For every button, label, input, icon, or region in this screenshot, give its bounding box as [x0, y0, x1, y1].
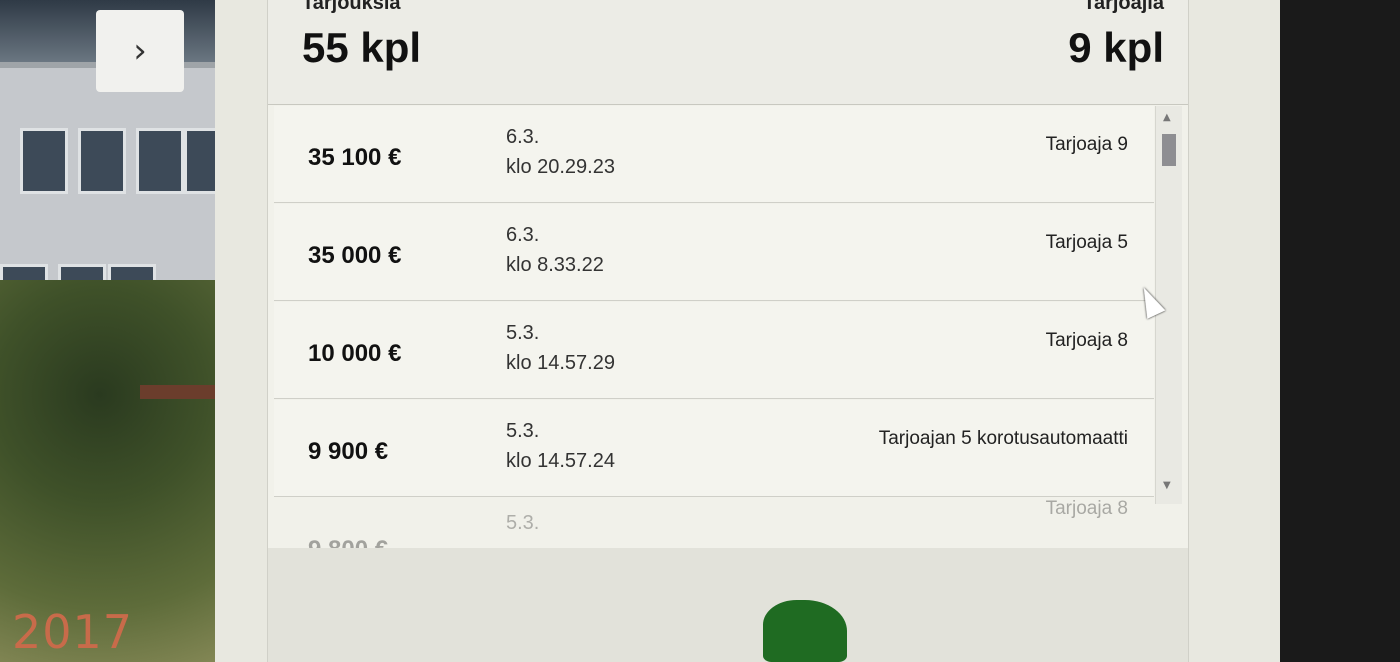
- bid-time: klo 14.57.29: [506, 352, 615, 374]
- bid-time: klo 20.29.23: [506, 156, 615, 178]
- window: [136, 128, 184, 194]
- offers-count: 55 kpl: [302, 24, 422, 71]
- bid-card: Tarjouksia 55 kpl Tarjoajia 9 kpl 35 100…: [267, 0, 1189, 662]
- scrollbar-thumb[interactable]: [1162, 134, 1176, 166]
- photo-year-stamp: 2017: [12, 605, 134, 659]
- bidder-name: Tarjoaja 8: [1045, 498, 1128, 519]
- bid-time: klo 8.33.22: [506, 254, 604, 276]
- bid-row: 35 100 € 6.3. klo 20.29.23 Tarjoaja 9: [274, 106, 1154, 203]
- bid-row: 10 000 € 5.3. klo 14.57.29 Tarjoaja 8: [274, 302, 1154, 399]
- scroll-down-icon[interactable]: ▼: [1163, 480, 1171, 491]
- bid-row: 35 000 € 6.3. klo 8.33.22 Tarjoaja 5: [274, 204, 1154, 301]
- bidder-name: Tarjoaja 9: [1045, 134, 1128, 155]
- map-region-shape: [763, 600, 847, 662]
- bidder-name: Tarjoajan 5 korotusautomaatti: [878, 428, 1128, 449]
- bidders-label: Tarjoajia: [1083, 0, 1164, 14]
- next-photo-button[interactable]: ›: [96, 10, 184, 92]
- bid-amount: 9 900 €: [308, 438, 389, 465]
- bid-amount: 35 100 €: [308, 144, 402, 171]
- bid-date: 5.3.: [506, 512, 540, 534]
- bid-date: 5.3.: [506, 420, 540, 442]
- bid-amount: 10 000 €: [308, 340, 402, 367]
- window: [20, 128, 68, 194]
- bid-time: klo 14.57.24: [506, 450, 615, 472]
- scroll-up-icon[interactable]: ▲: [1163, 112, 1171, 123]
- chevron-right-icon: ›: [133, 31, 147, 71]
- building-image: [0, 62, 232, 330]
- bid-date: 6.3.: [506, 224, 540, 246]
- bid-date: 6.3.: [506, 126, 540, 148]
- bid-summary: Tarjouksia 55 kpl Tarjoajia 9 kpl: [268, 0, 1188, 105]
- bid-panel: Tarjouksia 55 kpl Tarjoajia 9 kpl 35 100…: [215, 0, 1280, 662]
- bidder-name: Tarjoaja 5: [1045, 232, 1128, 253]
- bidders-count: 9 kpl: [1068, 24, 1164, 71]
- bid-amount: 35 000 €: [308, 242, 402, 269]
- screen-bezel: [1280, 0, 1400, 662]
- map-area: [268, 548, 1188, 662]
- offers-label: Tarjouksia: [302, 0, 401, 14]
- bid-date: 5.3.: [506, 322, 540, 344]
- bidder-name: Tarjoaja 8: [1045, 330, 1128, 351]
- bid-row: 9 900 € 5.3. klo 14.57.24 Tarjoajan 5 ko…: [274, 400, 1154, 497]
- bid-list[interactable]: 35 100 € 6.3. klo 20.29.23 Tarjoaja 9 35…: [274, 106, 1154, 506]
- window: [78, 128, 126, 194]
- listing-photo: 2017: [0, 0, 250, 662]
